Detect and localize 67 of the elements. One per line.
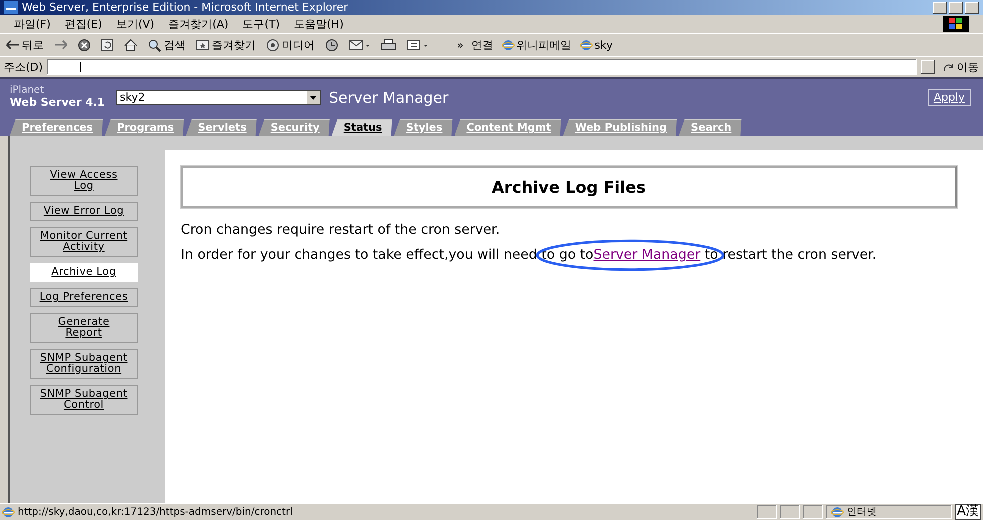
mail-button[interactable] — [349, 38, 371, 52]
sidebar-link[interactable]: Log Preferences — [30, 288, 138, 307]
history-icon — [325, 38, 339, 52]
section-heading: Archive Log Files — [181, 166, 957, 208]
back-button[interactable]: 뒤로 — [6, 38, 44, 52]
status-url: http://sky,daou,co,kr:17123/https-admserv/bin/cronctrl — [18, 506, 293, 518]
media-button[interactable]: 미디어 — [266, 38, 315, 52]
link-item[interactable]: 위니피메일 — [502, 38, 572, 52]
windows-logo-icon — [943, 16, 969, 32]
note-text: Cron changes require restart of the cron server. — [181, 223, 502, 238]
page-title: Server Manager — [329, 88, 450, 106]
product-name: Web Server 4.1 — [10, 96, 106, 109]
link-item[interactable]: sky — [580, 38, 613, 52]
sidebar-link[interactable]: SNMP Subagent Configuration — [30, 349, 138, 379]
go-button[interactable]: 이동 — [943, 60, 979, 74]
status-pane — [757, 505, 778, 519]
edit-icon — [407, 38, 429, 52]
menu-item[interactable]: 도구(T) — [242, 16, 280, 32]
sidebar-link[interactable]: SNMP Subagent Control — [30, 385, 138, 415]
dropdown-arrow-icon — [310, 96, 317, 100]
links-label: 연결 — [472, 38, 494, 52]
refresh-button[interactable] — [101, 38, 114, 52]
menu-item[interactable]: 편집(E) — [64, 16, 102, 32]
mail-icon — [349, 38, 371, 52]
status-pane — [780, 505, 800, 519]
go-arrow-icon — [943, 62, 955, 72]
favorites-button[interactable]: 즐겨찾기 — [196, 38, 256, 52]
nav-tab[interactable]: Status — [332, 119, 392, 136]
sidebar-link[interactable]: Monitor Current Activity — [30, 227, 138, 257]
media-icon — [266, 38, 280, 52]
menu-item[interactable]: 파일(F) — [14, 16, 51, 32]
sidebar-link[interactable]: View Error Log — [30, 202, 138, 221]
browser-icon — [4, 1, 18, 14]
brand-label: iPlanet — [10, 86, 46, 97]
server-select[interactable]: sky2 — [116, 90, 321, 105]
dropdown-button[interactable] — [921, 60, 935, 74]
address-label: 주소(D) — [4, 60, 44, 74]
print-button[interactable] — [381, 38, 397, 52]
menu-item[interactable]: 보기(V) — [116, 16, 155, 32]
forward-button[interactable] — [54, 40, 68, 50]
sidebar-link[interactable]: Generate Report — [30, 313, 138, 343]
home-button[interactable] — [124, 38, 138, 52]
stop-button[interactable] — [78, 38, 91, 52]
menu-item[interactable]: 즐겨찾기(A) — [168, 16, 229, 32]
apply-button[interactable]: Apply — [928, 89, 971, 106]
sidebar-link[interactable]: Archive Log — [30, 263, 138, 282]
history-button[interactable] — [325, 38, 339, 52]
ime-indicator[interactable]: A漢 — [955, 504, 981, 520]
page-icon — [580, 38, 593, 52]
back-arrow-icon — [6, 40, 20, 50]
zone-label: 인터넷 — [847, 506, 878, 519]
status-pane — [803, 505, 824, 519]
edit-button[interactable] — [407, 38, 429, 52]
menu-item[interactable]: 도움말(H) — [294, 16, 344, 32]
search-icon — [148, 38, 162, 52]
forward-arrow-icon — [54, 40, 68, 50]
address-field[interactable] — [47, 59, 917, 75]
window-title: Web Server, Enterprise Edition - Microsoft Internet Explorer — [22, 1, 350, 14]
home-icon — [124, 38, 138, 52]
server-manager-link[interactable]: Server Manager — [594, 248, 701, 263]
stop-icon — [78, 38, 91, 52]
search-button[interactable]: 검색 — [148, 38, 186, 52]
page-icon — [502, 38, 515, 52]
sidebar-link[interactable]: View Access Log — [30, 166, 138, 196]
printer-icon — [381, 38, 397, 52]
more-links-chevron[interactable]: » — [457, 38, 464, 52]
refresh-icon — [101, 38, 114, 52]
